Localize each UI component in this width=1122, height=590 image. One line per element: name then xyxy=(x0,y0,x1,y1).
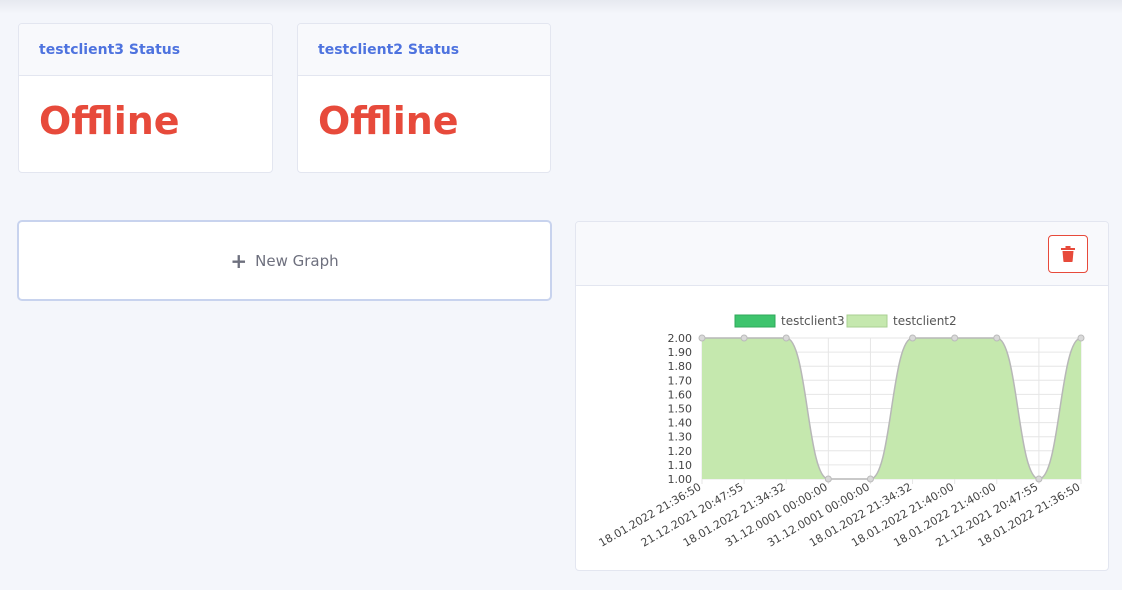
data-point xyxy=(782,334,790,342)
new-graph-label: New Graph xyxy=(255,251,339,270)
trash-icon xyxy=(1061,245,1075,262)
legend-swatch xyxy=(846,314,888,328)
y-tick-label: 1.10 xyxy=(668,459,693,472)
y-tick-label: 2.00 xyxy=(668,332,693,345)
y-tick-label: 1.20 xyxy=(668,445,693,458)
status-card-testclient2: testclient2 Status Offline xyxy=(297,23,551,173)
status-value: Offline xyxy=(318,99,459,143)
plus-icon: + xyxy=(230,248,248,273)
status-card-testclient3: testclient3 Status Offline xyxy=(18,23,273,173)
status-value: Offline xyxy=(39,99,180,143)
legend-swatch xyxy=(734,314,776,328)
y-tick-label: 1.00 xyxy=(668,473,693,486)
new-graph-button[interactable]: + New Graph xyxy=(17,220,552,301)
data-point xyxy=(824,475,832,483)
status-card-title: testclient2 Status xyxy=(318,41,460,58)
data-point xyxy=(740,334,748,342)
top-bar-shadow xyxy=(0,0,1122,14)
legend-label: testclient2 xyxy=(893,314,957,328)
y-tick-label: 1.70 xyxy=(668,374,693,387)
graph-card: testclient3 testclient2 2.00 1.90 1.80 1.70 1.… xyxy=(575,221,1109,571)
status-card-title: testclient3 Status xyxy=(39,41,181,58)
y-tick-label: 1.30 xyxy=(668,431,693,444)
data-point xyxy=(1077,334,1085,342)
graph-card-header xyxy=(576,222,1108,286)
y-tick-label: 1.80 xyxy=(668,360,693,373)
data-point xyxy=(698,334,706,342)
data-point xyxy=(866,475,874,483)
y-tick-label: 1.60 xyxy=(668,388,693,401)
status-card-header: testclient2 Status xyxy=(298,24,550,76)
data-point xyxy=(1035,475,1043,483)
legend-label: testclient3 xyxy=(781,314,845,328)
data-point xyxy=(909,334,917,342)
data-point xyxy=(951,334,959,342)
status-card-header: testclient3 Status xyxy=(19,24,272,76)
y-tick-label: 1.50 xyxy=(668,403,693,416)
y-tick-label: 1.40 xyxy=(668,417,693,430)
data-point xyxy=(993,334,1001,342)
delete-graph-button[interactable] xyxy=(1048,234,1088,273)
line-chart: testclient3 testclient22.001.901.801.701.… xyxy=(597,314,1085,550)
y-tick-label: 1.90 xyxy=(668,346,693,359)
